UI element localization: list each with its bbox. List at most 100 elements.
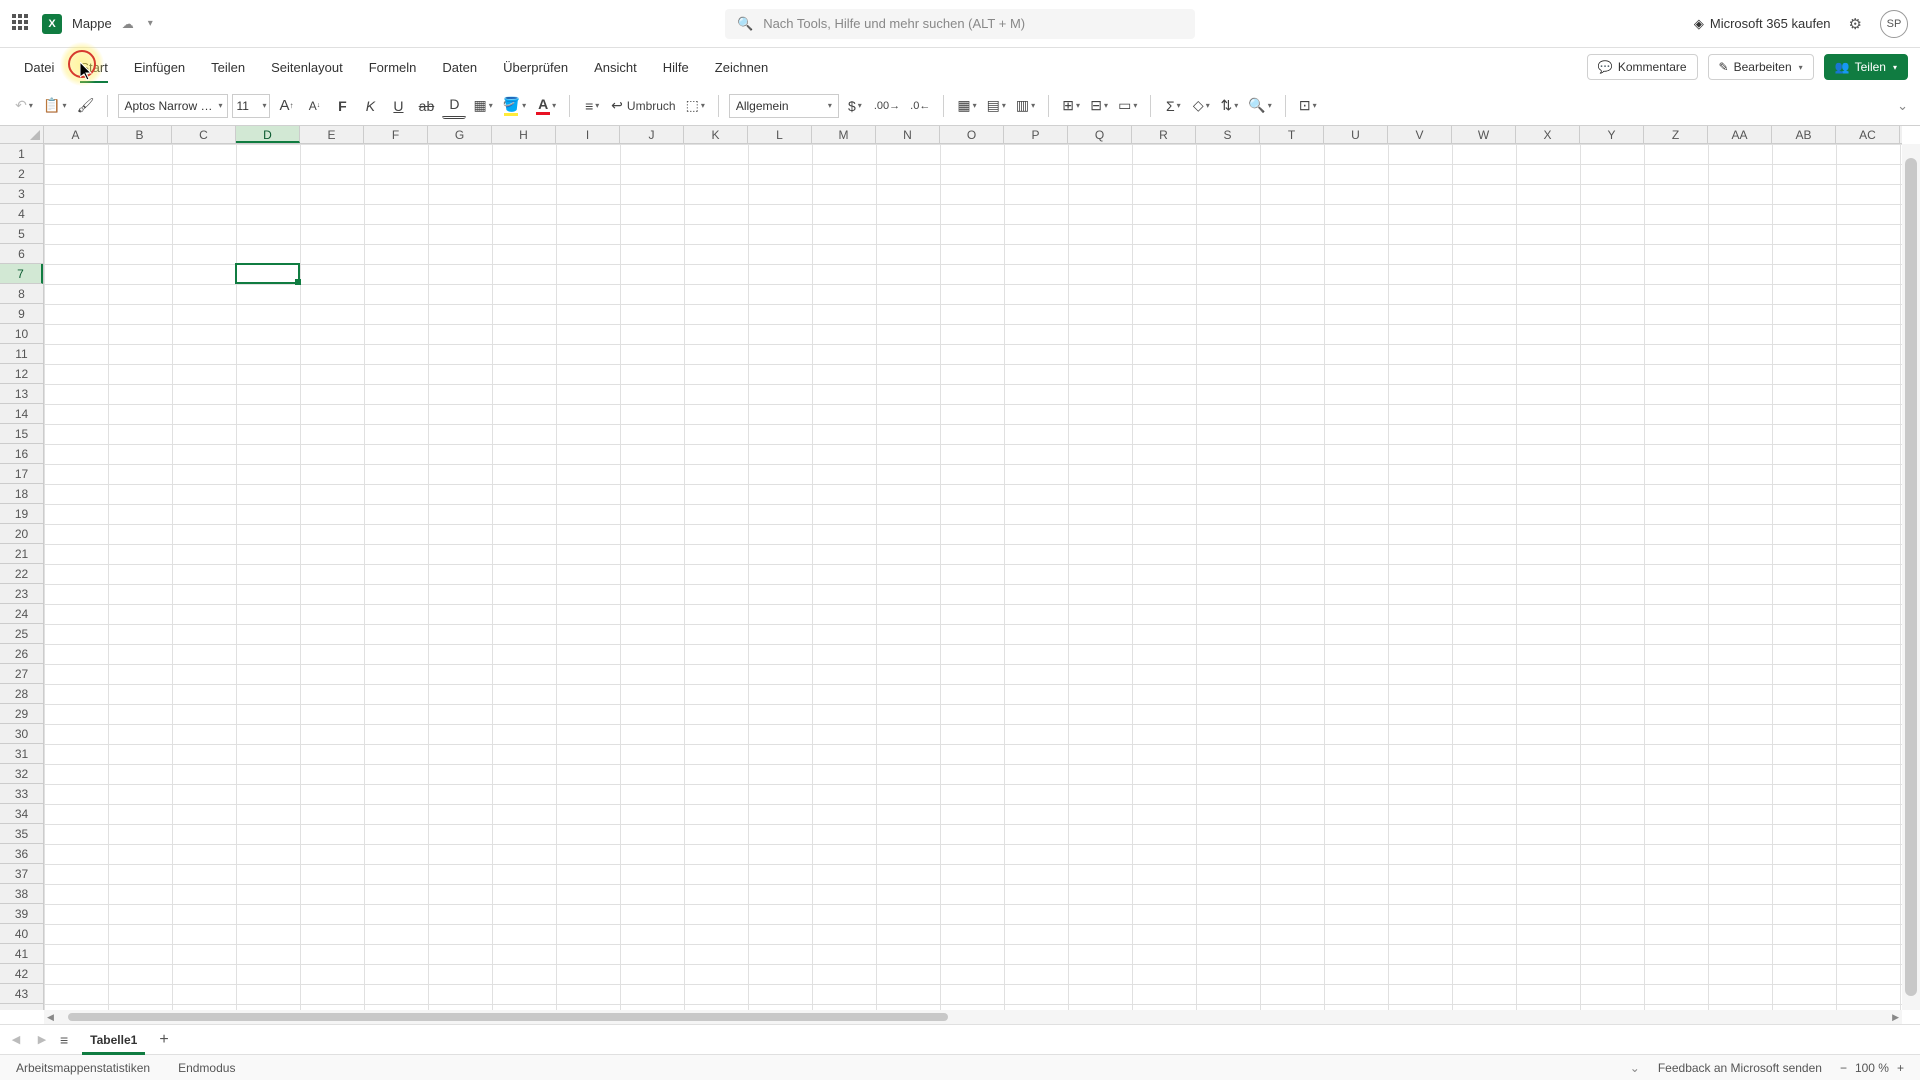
column-header[interactable]: S xyxy=(1196,126,1260,143)
column-header[interactable]: O xyxy=(940,126,1004,143)
column-header[interactable]: AC xyxy=(1836,126,1900,143)
column-header[interactable]: J xyxy=(620,126,684,143)
delete-cells-button[interactable]: ⊟▾ xyxy=(1087,93,1111,119)
sheet-nav-prev[interactable]: ◀ xyxy=(8,1033,24,1046)
horizontal-scrollbar[interactable]: ◀ ▶ xyxy=(44,1010,1902,1024)
row-header[interactable]: 25 xyxy=(0,624,43,644)
row-header[interactable]: 43 xyxy=(0,984,43,1004)
selected-cell[interactable] xyxy=(235,263,300,284)
all-sheets-button[interactable]: ≡ xyxy=(60,1032,68,1048)
row-header[interactable]: 36 xyxy=(0,844,43,864)
borders-button[interactable]: ▦▾ xyxy=(470,93,495,119)
column-header[interactable]: AA xyxy=(1708,126,1772,143)
row-header[interactable]: 22 xyxy=(0,564,43,584)
sort-filter-button[interactable]: ⇅▾ xyxy=(1217,93,1241,119)
column-header[interactable]: G xyxy=(428,126,492,143)
fill-color-button[interactable]: 🪣 ▾ xyxy=(500,93,529,119)
row-header[interactable]: 16 xyxy=(0,444,43,464)
cloud-saved-icon[interactable]: ☁ xyxy=(122,17,134,31)
ribbon-tab-datei[interactable]: Datei xyxy=(12,54,66,81)
row-header[interactable]: 23 xyxy=(0,584,43,604)
share-button[interactable]: 👥 Teilen ▾ xyxy=(1824,54,1908,80)
column-header[interactable]: R xyxy=(1132,126,1196,143)
settings-icon[interactable]: ⚙ xyxy=(1849,15,1862,33)
double-underline-button[interactable]: D xyxy=(442,93,466,119)
row-header[interactable]: 4 xyxy=(0,204,43,224)
column-header[interactable]: T xyxy=(1260,126,1324,143)
row-header[interactable]: 19 xyxy=(0,504,43,524)
editing-mode-button[interactable]: ✎ Bearbeiten ▾ xyxy=(1708,54,1814,80)
row-header[interactable]: 27 xyxy=(0,664,43,684)
column-header[interactable]: B xyxy=(108,126,172,143)
ribbon-tab-zeichnen[interactable]: Zeichnen xyxy=(703,54,780,81)
row-header[interactable]: 17 xyxy=(0,464,43,484)
column-header[interactable]: H xyxy=(492,126,556,143)
row-header[interactable]: 29 xyxy=(0,704,43,724)
font-family-select[interactable]: Aptos Narrow … ▾ xyxy=(118,94,228,118)
row-header[interactable]: 14 xyxy=(0,404,43,424)
row-header[interactable]: 5 xyxy=(0,224,43,244)
format-table-button[interactable]: ▤▾ xyxy=(984,93,1009,119)
user-avatar[interactable]: SP xyxy=(1880,10,1908,38)
row-header[interactable]: 21 xyxy=(0,544,43,564)
ribbon-tab-teilen[interactable]: Teilen xyxy=(199,54,257,81)
column-header[interactable]: W xyxy=(1452,126,1516,143)
column-header[interactable]: I xyxy=(556,126,620,143)
undo-button[interactable]: ↶▾ xyxy=(12,93,36,119)
row-header[interactable]: 13 xyxy=(0,384,43,404)
row-header[interactable]: 35 xyxy=(0,824,43,844)
row-header[interactable]: 11 xyxy=(0,344,43,364)
column-header[interactable]: K xyxy=(684,126,748,143)
column-header[interactable]: C xyxy=(172,126,236,143)
format-painter-button[interactable]: 🖌 xyxy=(73,93,97,119)
row-header[interactable]: 24 xyxy=(0,604,43,624)
status-dropdown-icon[interactable]: ⌄ xyxy=(1630,1061,1640,1075)
row-header[interactable]: 18 xyxy=(0,484,43,504)
sheet-nav-next[interactable]: ▶ xyxy=(34,1033,50,1046)
currency-button[interactable]: $▾ xyxy=(843,93,867,119)
align-button[interactable]: ≡▾ xyxy=(580,93,604,119)
autosum-button[interactable]: Σ▾ xyxy=(1161,93,1185,119)
column-header[interactable]: Q xyxy=(1068,126,1132,143)
row-header[interactable]: 10 xyxy=(0,324,43,344)
font-color-button[interactable]: A ▾ xyxy=(533,93,559,119)
row-header[interactable]: 6 xyxy=(0,244,43,264)
row-header[interactable]: 20 xyxy=(0,524,43,544)
column-header[interactable]: L xyxy=(748,126,812,143)
zoom-value[interactable]: 100 % xyxy=(1855,1061,1889,1075)
row-header[interactable]: 30 xyxy=(0,724,43,744)
clear-button[interactable]: ◇▾ xyxy=(1189,93,1213,119)
merge-button[interactable]: ⬚▾ xyxy=(683,93,708,119)
column-header[interactable]: U xyxy=(1324,126,1388,143)
find-button[interactable]: 🔍▾ xyxy=(1245,93,1274,119)
column-header[interactable]: P xyxy=(1004,126,1068,143)
insert-cells-button[interactable]: ⊞▾ xyxy=(1059,93,1083,119)
fill-handle[interactable] xyxy=(295,279,301,285)
row-header[interactable]: 41 xyxy=(0,944,43,964)
row-header[interactable]: 12 xyxy=(0,364,43,384)
zoom-in-button[interactable]: + xyxy=(1897,1061,1904,1075)
row-header[interactable]: 8 xyxy=(0,284,43,304)
column-header[interactable]: D xyxy=(236,126,300,143)
vertical-scrollbar[interactable] xyxy=(1902,144,1920,1010)
decrease-font-button[interactable]: A↓ xyxy=(302,93,326,119)
ribbon-tab-daten[interactable]: Daten xyxy=(430,54,489,81)
row-header[interactable]: 9 xyxy=(0,304,43,324)
column-header[interactable]: E xyxy=(300,126,364,143)
column-header[interactable]: M xyxy=(812,126,876,143)
cells-area[interactable] xyxy=(44,144,1902,1010)
italic-button[interactable]: K xyxy=(358,93,382,119)
increase-decimal-button[interactable]: .00→ xyxy=(871,93,903,119)
ribbon-tab-seitenlayout[interactable]: Seitenlayout xyxy=(259,54,355,81)
row-header[interactable]: 38 xyxy=(0,884,43,904)
ribbon-tab-einfügen[interactable]: Einfügen xyxy=(122,54,197,81)
row-header[interactable]: 3 xyxy=(0,184,43,204)
row-header[interactable]: 28 xyxy=(0,684,43,704)
title-dropdown-icon[interactable]: ▾ xyxy=(148,18,153,29)
column-header[interactable]: N xyxy=(876,126,940,143)
column-header[interactable]: Z xyxy=(1644,126,1708,143)
row-header[interactable]: 40 xyxy=(0,924,43,944)
comments-button[interactable]: 💬 Kommentare xyxy=(1587,54,1698,80)
ribbon-tab-start[interactable]: Start xyxy=(68,54,119,81)
ribbon-tab-ansicht[interactable]: Ansicht xyxy=(582,54,649,81)
